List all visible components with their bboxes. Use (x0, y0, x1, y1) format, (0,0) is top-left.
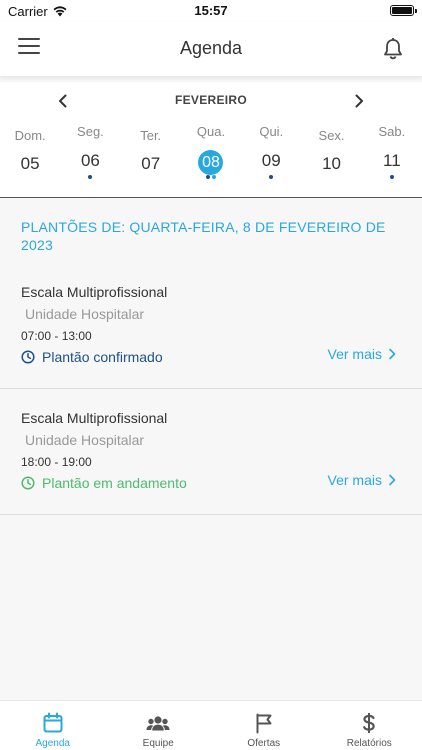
shift-status: Plantão confirmado (21, 349, 163, 365)
shift-status-label: Plantão confirmado (42, 349, 163, 365)
day-number: 05 (20, 154, 40, 173)
selected-day-number: 08 (198, 150, 224, 175)
tab-label: Relatórios (346, 738, 392, 749)
team-icon (146, 716, 170, 731)
tab-label: Ofertas (247, 738, 281, 749)
tab-label: Agenda (35, 738, 70, 749)
day-of-week: Ter. (140, 128, 162, 143)
status-bar: Carrier 15:57 (0, 0, 422, 22)
day-number: 11 (383, 151, 401, 170)
event-dot (88, 175, 93, 179)
event-dot (211, 175, 216, 179)
shift-title: Escala Multiprofissional (21, 284, 168, 300)
day-item-saturday[interactable]: Sab. 11 (362, 124, 422, 194)
day-number: 09 (261, 151, 281, 170)
day-item-thursday[interactable]: Qui. 09 (241, 124, 301, 194)
week-calendar: FEVEREIRO Dom. 05 Seg. 06 Ter. 07 Qua. 0… (0, 82, 422, 198)
day-item-tuesday[interactable]: Ter. 07 (121, 124, 181, 194)
day-number: 10 (322, 154, 341, 173)
tab-label: Equipe (142, 738, 174, 749)
shift-status: Plantão em andamento (21, 475, 187, 491)
month-row: FEVEREIRO (0, 92, 422, 110)
clock-icon (21, 350, 35, 364)
bell-icon[interactable] (382, 37, 404, 61)
tab-ofertas[interactable]: Ofertas (211, 701, 317, 750)
day-of-week: Qua. (196, 124, 226, 139)
tab-agenda[interactable]: Agenda (0, 701, 106, 750)
chevron-right-icon (389, 348, 396, 360)
shift-unit: Unidade Hospitalar (25, 306, 145, 322)
see-more-button[interactable]: Ver mais (328, 472, 396, 488)
shift-card: Escala Multiprofissional Unidade Hospita… (0, 389, 422, 515)
chevron-right-icon (389, 474, 396, 486)
event-dot (269, 175, 274, 179)
see-more-label: Ver mais (327, 472, 382, 488)
see-more-button[interactable]: Ver mais (328, 346, 396, 362)
day-of-week: Qui. (259, 124, 284, 139)
day-of-week: Seg. (77, 124, 104, 139)
day-item-wednesday[interactable]: Qua. 08 (181, 124, 241, 194)
app-header: Agenda (0, 22, 422, 76)
chevron-right-icon[interactable] (350, 92, 368, 110)
battery-icon (390, 5, 417, 16)
shift-card: Escala Multiprofissional Unidade Hospita… (0, 263, 422, 389)
day-list: Dom. 05 Seg. 06 Ter. 07 Qua. 08 Qui. 09 … (0, 124, 422, 194)
day-number: 06 (80, 151, 100, 170)
day-of-week: Sex. (318, 128, 345, 143)
tab-bar: Agenda Equipe Ofertas Relatórios (0, 700, 422, 750)
dollar-icon (363, 713, 375, 733)
day-item-sunday[interactable]: Dom. 05 (0, 124, 60, 194)
tab-relatorios[interactable]: Relatórios (317, 701, 422, 750)
date-heading: PLANTÕES DE: QUARTA-FEIRA, 8 DE FEVEREIR… (21, 219, 386, 253)
shift-time: 18:00 - 19:00 (21, 455, 92, 469)
see-more-label: Ver mais (327, 346, 382, 362)
day-number: 07 (141, 154, 161, 173)
shift-unit: Unidade Hospitalar (25, 432, 145, 448)
shift-status-label: Plantão em andamento (42, 475, 187, 491)
day-of-week: Dom. (14, 128, 46, 143)
event-dot (389, 175, 394, 179)
shift-time: 07:00 - 13:00 (21, 329, 92, 343)
shift-title: Escala Multiprofissional (21, 410, 168, 426)
calendar-icon (43, 712, 63, 733)
event-dot (205, 175, 210, 179)
day-item-friday[interactable]: Sex. 10 (301, 124, 361, 194)
tab-equipe[interactable]: Equipe (106, 701, 212, 750)
day-of-week: Sab. (378, 124, 406, 139)
clock-time: 15:57 (194, 3, 228, 18)
day-item-monday[interactable]: Seg. 06 (60, 124, 120, 194)
flag-icon (256, 713, 272, 734)
page-title: Agenda (179, 38, 243, 58)
clock-icon (21, 476, 35, 490)
